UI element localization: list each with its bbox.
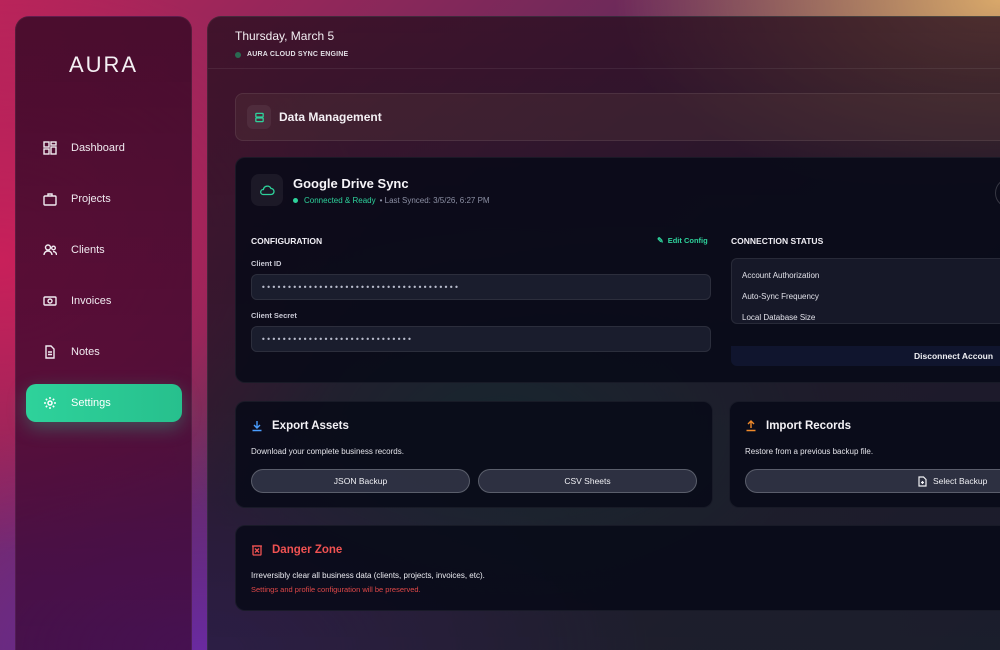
page-date: Thursday, March 5	[235, 29, 335, 43]
status-badge: Connected & Ready	[304, 196, 376, 205]
sidebar-item-label: Notes	[71, 346, 100, 358]
cloud-icon	[251, 174, 283, 206]
sidebar-item-projects[interactable]: Projects	[26, 180, 182, 218]
trash-icon	[251, 544, 263, 556]
users-icon	[43, 243, 57, 257]
connection-status-title: CONNECTION STATUS	[731, 236, 824, 246]
client-secret-label: Client Secret	[251, 311, 297, 320]
top-bar: Thursday, March 5 AURA CLOUD SYNC ENGINE	[208, 17, 1000, 69]
danger-note: Settings and profile configuration will …	[251, 585, 421, 594]
danger-title: Danger Zone	[251, 544, 342, 556]
briefcase-icon	[43, 192, 57, 206]
dashboard-icon	[43, 141, 57, 155]
sidebar-item-notes[interactable]: Notes	[26, 333, 182, 371]
sidebar-item-settings[interactable]: Settings	[26, 384, 182, 422]
client-id-field[interactable]: ••••••••••••••••••••••••••••••••••••••	[251, 274, 711, 300]
status-dot-icon	[235, 51, 241, 58]
database-icon	[247, 105, 271, 129]
danger-description: Irreversibly clear all business data (cl…	[251, 571, 485, 580]
sidebar-item-dashboard[interactable]: Dashboard	[26, 129, 182, 167]
sidebar-item-label: Dashboard	[71, 142, 125, 154]
engine-label: AURA CLOUD SYNC ENGINE	[235, 51, 348, 58]
download-icon	[251, 420, 263, 432]
connected-dot-icon	[293, 198, 298, 203]
gear-icon	[43, 396, 57, 410]
json-backup-button[interactable]: JSON Backup	[251, 469, 470, 493]
document-icon	[43, 345, 57, 359]
section-header: Data Management	[235, 93, 1000, 141]
upload-icon	[745, 420, 757, 432]
sidebar-item-label: Projects	[71, 193, 111, 205]
drive-sync-card: Google Drive Sync Connected & Ready • La…	[235, 157, 1000, 383]
export-description: Download your complete business records.	[251, 447, 404, 456]
import-title: Import Records	[745, 420, 851, 432]
export-assets-card: Export Assets Download your complete bus…	[235, 401, 713, 508]
sidebar-item-label: Clients	[71, 244, 105, 256]
sidebar: AURA Dashboard Projects Clients Invoices	[15, 16, 192, 650]
file-icon	[918, 475, 927, 487]
export-title: Export Assets	[251, 420, 349, 432]
csv-sheets-button[interactable]: CSV Sheets	[478, 469, 697, 493]
last-synced: • Last Synced: 3/5/26, 6:27 PM	[379, 196, 490, 205]
section-title: Data Management	[279, 110, 382, 124]
drive-sync-title: Google Drive Sync	[293, 176, 409, 191]
pencil-icon: ✎	[657, 236, 664, 245]
sidebar-item-label: Settings	[71, 397, 111, 409]
connection-status-box: Account Authorization Auto-Sync Frequenc…	[731, 258, 1000, 324]
disconnect-account-button[interactable]: Disconnect Accoun	[731, 346, 1000, 366]
edit-config-link[interactable]: ✎ Edit Config	[657, 236, 708, 245]
conn-row-db-size: Local Database Size	[742, 313, 816, 322]
sidebar-item-invoices[interactable]: Invoices	[26, 282, 182, 320]
sidebar-item-label: Invoices	[71, 295, 112, 307]
app-logo: AURA	[68, 52, 139, 77]
drive-sync-status: Connected & Ready • Last Synced: 3/5/26,…	[293, 196, 490, 205]
main-panel: Thursday, March 5 AURA CLOUD SYNC ENGINE…	[207, 16, 1000, 650]
select-backup-button[interactable]: Select Backup	[745, 469, 1000, 493]
configuration-title: CONFIGURATION	[251, 236, 323, 246]
sidebar-item-clients[interactable]: Clients	[26, 231, 182, 269]
sidebar-nav: Dashboard Projects Clients Invoices Note…	[26, 129, 182, 435]
danger-zone-card: Danger Zone Irreversibly clear all busin…	[235, 525, 1000, 611]
import-records-card: Import Records Restore from a previous b…	[729, 401, 1000, 508]
client-secret-field[interactable]: •••••••••••••••••••••••••••••	[251, 326, 711, 352]
sync-action-button[interactable]	[995, 178, 1000, 208]
import-description: Restore from a previous backup file.	[745, 447, 874, 456]
client-id-label: Client ID	[251, 259, 282, 268]
conn-row-authorization: Account Authorization	[742, 271, 820, 280]
money-icon	[43, 294, 57, 308]
conn-row-frequency: Auto-Sync Frequency	[742, 292, 819, 301]
